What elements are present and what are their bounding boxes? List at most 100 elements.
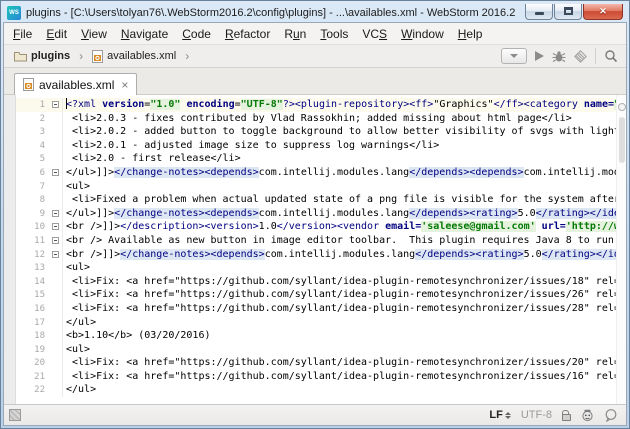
code-text[interactable]: <li>Fix: <a href="https://github.com/syl… [63,288,616,302]
code-text[interactable]: <ul> [63,180,616,194]
code-text[interactable]: <br />]]></change-notes><depends>com.int… [63,248,616,262]
fold-icon[interactable] [52,210,59,217]
menu-view[interactable]: View [74,25,114,43]
fold-icon[interactable] [52,101,59,108]
hector-inspector-icon[interactable] [581,409,594,422]
close-icon: ✕ [599,6,607,17]
breadcrumb-item-plugins[interactable]: plugins [14,50,70,62]
menu-code[interactable]: Code [175,25,218,43]
code-text[interactable]: <li>Fixed a problem when actual updated … [63,193,616,207]
gutter-fold-column [50,125,63,139]
code-line-9: 9 </ul>]]></change-notes><depends>com.int… [16,207,616,221]
line-number: 1 [16,98,50,112]
code-text[interactable]: <li>Fix: <a href="https://github.com/syl… [63,302,616,316]
code-text[interactable]: </ul> [63,383,616,397]
webstorm-window: WS plugins - [C:\Users\tolyan76\.WebStor… [0,0,630,429]
line-number: 13 [16,261,50,275]
code-text[interactable]: <br /> Available as new button in image … [63,234,616,248]
notification-icon[interactable] [604,408,618,422]
code-line-3: 3 <li>2.0.2 - added button to toggle bac… [16,125,616,139]
code-line-16: 16 <li>Fix: <a href="https://github.com/… [16,302,616,316]
debug-bug-icon[interactable] [552,50,566,63]
code-text[interactable]: <li>Fix: <a href="https://github.com/syl… [63,370,616,384]
gutter-fold-column [50,248,63,262]
code-text[interactable]: </ul>]]></change-notes><depends>com.inte… [63,166,616,180]
code-text[interactable]: <ul> [63,261,616,275]
gutter-fold-column [50,343,63,357]
inspection-indicator-icon[interactable] [618,103,626,111]
run-toolbar [501,48,618,64]
line-number: 2 [16,112,50,126]
fold-icon[interactable] [52,237,59,244]
scrollbar-thumb[interactable] [619,117,625,163]
gutter-fold-column [50,288,63,302]
coverage-icon[interactable] [574,50,587,63]
editor-lines[interactable]: 1 <?xml version="1.0" encoding="UTF-8"?><… [16,95,616,404]
code-line-6: 6 </ul>]]></change-notes><depends>com.int… [16,166,616,180]
code-text[interactable]: </ul>]]></change-notes><depends>com.inte… [63,207,616,221]
close-button[interactable]: ✕ [583,4,623,20]
fold-icon[interactable] [52,169,59,176]
fold-icon[interactable] [52,223,59,230]
tab-availables-xml[interactable]: availables.xml × [14,73,137,95]
minimize-button[interactable] [525,4,553,20]
line-number: 9 [16,207,50,221]
code-text[interactable]: <li>2.0.2 - added button to toggle backg… [63,125,616,139]
gutter-fold-column [50,98,63,112]
code-text[interactable]: <br />]]></description><version>1.0</ver… [63,220,616,234]
gutter-fold-column [50,193,63,207]
code-text[interactable]: <li>2.0 - first release</li> [63,152,616,166]
code-text[interactable]: <b>1.10</b> (03/20/2016) [63,329,616,343]
encoding-widget[interactable]: UTF-8 [521,409,552,421]
code-text[interactable]: </ul> [63,316,616,330]
code-line-21: 21 <li>Fix: <a href="https://github.com/… [16,370,616,384]
webstorm-logo-icon: WS [7,6,21,20]
run-icon[interactable] [535,51,544,61]
gutter-fold-column [50,152,63,166]
gutter-fold-column [50,383,63,397]
maximize-button[interactable] [554,4,582,20]
menu-file[interactable]: File [6,25,39,43]
gutter-fold-column [50,139,63,153]
toolwindow-toggle-icon[interactable] [9,409,21,421]
menu-vcs[interactable]: VCS [355,25,394,43]
code-line-22: 22</ul> [16,383,616,397]
code-text[interactable]: <ul> [63,343,616,357]
menu-navigate[interactable]: Navigate [114,25,175,43]
breadcrumb: plugins›availables.xml› [14,49,193,63]
run-configuration-dropdown[interactable] [501,48,527,64]
line-number: 6 [16,166,50,180]
code-text[interactable]: <li>2.0.3 - fixes contributed by Vlad Ra… [63,112,616,126]
line-number: 12 [16,248,50,262]
editor-scrollbar[interactable] [616,95,626,404]
code-text[interactable]: <li>Fix: <a href="https://github.com/syl… [63,356,616,370]
tab-close-icon[interactable]: × [121,80,128,90]
line-number: 21 [16,370,50,384]
search-everywhere-icon[interactable] [604,49,618,63]
gutter-fold-column [50,207,63,221]
code-line-15: 15 <li>Fix: <a href="https://github.com/… [16,288,616,302]
code-text[interactable]: <?xml version="1.0" encoding="UTF-8"?><p… [63,98,616,112]
title-bar[interactable]: WS plugins - [C:\Users\tolyan76\.WebStor… [3,1,627,22]
menu-help[interactable]: Help [451,25,490,43]
menu-tools[interactable]: Tools [313,25,355,43]
fold-icon[interactable] [52,251,59,258]
gutter-fold-column [50,180,63,194]
lock-icon[interactable] [562,414,571,421]
menu-edit[interactable]: Edit [39,25,74,43]
editor-tab-bar: availables.xml × [4,68,626,95]
line-number: 18 [16,329,50,343]
line-number: 19 [16,343,50,357]
code-text[interactable]: <li>Fix: <a href="https://github.com/syl… [63,275,616,289]
menu-refactor[interactable]: Refactor [218,25,277,43]
breadcrumb-item-availables-xml[interactable]: availables.xml [92,50,176,63]
code-text[interactable]: <li>2.0.1 - adjusted image size to suppr… [63,139,616,153]
menu-window[interactable]: Window [394,25,451,43]
gutter-fold-column [50,302,63,316]
line-separator-widget[interactable]: LF [489,409,510,421]
code-line-4: 4 <li>2.0.1 - adjusted image size to sup… [16,139,616,153]
line-number: 7 [16,180,50,194]
editor-pane[interactable]: 1 <?xml version="1.0" encoding="UTF-8"?><… [4,95,626,404]
toolwindow-stripe-left[interactable] [4,95,16,404]
menu-run[interactable]: Run [277,25,313,43]
